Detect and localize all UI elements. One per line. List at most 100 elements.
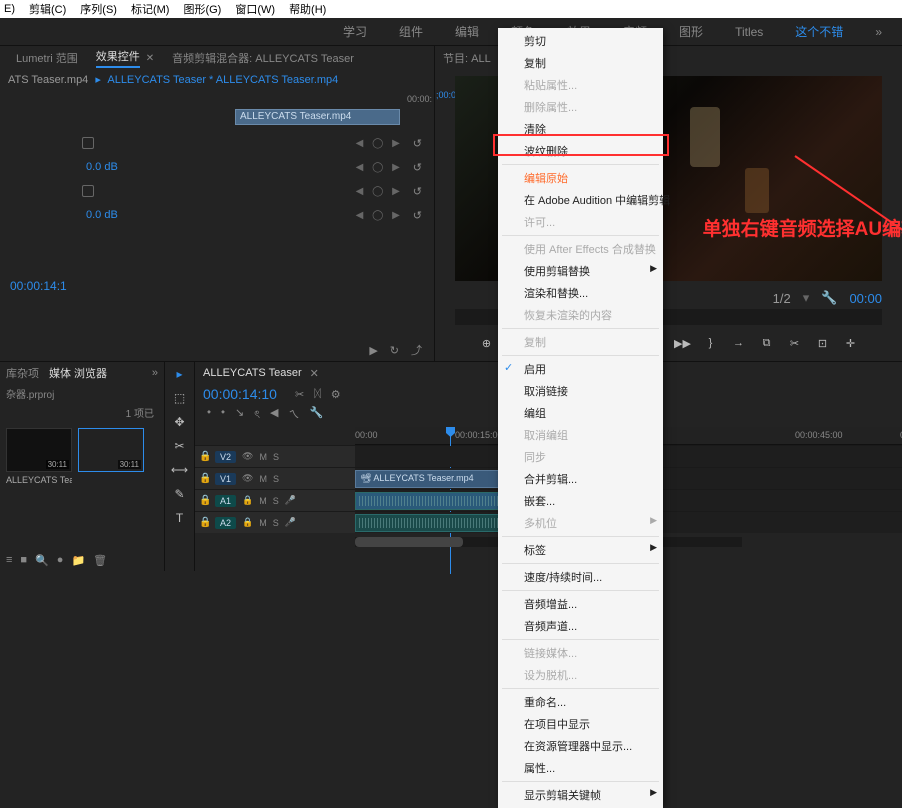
workspace-tab[interactable]: 学习 xyxy=(343,23,367,40)
footer-icon[interactable]: ↻ xyxy=(390,344,399,357)
tl-option-icon[interactable]: ↘ xyxy=(235,406,244,425)
context-menu-item[interactable]: 剪切 xyxy=(498,30,663,52)
overflow-icon[interactable]: » xyxy=(875,25,882,39)
track-toggle[interactable]: S xyxy=(273,518,279,528)
playback-resolution[interactable]: 1/2 xyxy=(773,291,791,306)
context-menu-item[interactable]: 嵌套... xyxy=(498,490,663,512)
track-toggle[interactable]: 🎤 xyxy=(285,495,296,506)
tool-button[interactable]: ✂ xyxy=(172,438,188,454)
track-target[interactable]: A2 xyxy=(215,517,236,529)
tl-option-icon[interactable]: ⬩ xyxy=(207,406,211,425)
lock-icon[interactable]: 🔒 xyxy=(199,451,211,462)
bin-item[interactable]: 30:11 xyxy=(78,428,144,485)
transport-button[interactable]: ▶▶ xyxy=(674,334,692,352)
project-footer-icon[interactable]: ● xyxy=(57,554,64,566)
context-menu-item[interactable]: 音频声道... xyxy=(498,615,663,637)
track-toggle[interactable]: S xyxy=(273,496,279,506)
level-value[interactable]: 0.0 dB xyxy=(86,209,118,221)
context-menu-item[interactable]: 速度/持续时间... xyxy=(498,566,663,588)
track-toggle[interactable]: M xyxy=(259,518,267,528)
workspace-tab[interactable]: Titles xyxy=(735,25,763,39)
track-toggle[interactable]: 👁 xyxy=(242,473,253,484)
track-toggle[interactable]: S xyxy=(273,452,279,462)
track-toggle[interactable]: 👁 xyxy=(242,451,253,462)
tl-option-icon[interactable]: 🔧 xyxy=(310,406,324,425)
tab-lumetri[interactable]: Lumetri 范围 xyxy=(16,50,78,66)
os-menubar[interactable]: E)剪辑(C)序列(S)标记(M)图形(G)窗口(W)帮助(H) xyxy=(0,0,902,18)
context-menu-item[interactable]: 重命名... xyxy=(498,691,663,713)
tl-header-icon[interactable]: ✂ xyxy=(295,388,304,401)
track-header[interactable]: 🔒 A1 🔒 MS 🎤 xyxy=(195,490,355,511)
transport-button[interactable]: } xyxy=(702,334,720,352)
close-icon[interactable]: ✕ xyxy=(146,53,154,64)
menu-item[interactable]: 序列(S) xyxy=(80,1,117,17)
transport-button[interactable]: ✂ xyxy=(786,334,804,352)
workspace-tab[interactable]: 编辑 xyxy=(455,23,479,40)
keyframe-nav[interactable]: ◀ ◯ ▶ xyxy=(356,138,403,149)
reset-icon[interactable]: ↺ xyxy=(413,185,422,198)
keyframe-nav[interactable]: ◀ ◯ ▶ xyxy=(356,186,403,197)
context-menu-item[interactable]: 取消链接 xyxy=(498,380,663,402)
level-value[interactable]: 0.0 dB xyxy=(86,161,118,173)
context-menu-item[interactable]: 在项目中显示 xyxy=(498,713,663,735)
transport-button[interactable]: ⧉ xyxy=(758,334,776,352)
tl-option-icon[interactable]: ⬩ xyxy=(221,406,225,425)
transport-button[interactable]: ⊕ xyxy=(478,334,496,352)
project-footer-icon[interactable]: 📁 xyxy=(71,554,85,567)
lock-icon[interactable]: 🔒 xyxy=(199,517,211,528)
bin-item[interactable]: 30:11 ALLEYCATS Teas xyxy=(6,428,72,485)
project-footer-icon[interactable]: 🗑 xyxy=(93,554,107,567)
tool-button[interactable]: ✎ xyxy=(172,486,188,502)
project-footer-icon[interactable]: ≡ xyxy=(6,554,12,566)
tool-button[interactable]: ⟷ xyxy=(172,462,188,478)
menu-item[interactable]: 图形(G) xyxy=(183,1,221,17)
lock-icon[interactable]: 🔒 xyxy=(199,495,211,506)
context-menu-item[interactable]: 渲染和替换... xyxy=(498,282,663,304)
track-header[interactable]: 🔒 V1 👁MS xyxy=(195,468,355,489)
transport-button[interactable]: ✛ xyxy=(842,334,860,352)
tl-header-icon[interactable]: ᛞ xyxy=(314,388,321,401)
workspace-tab[interactable]: 这个不错 xyxy=(795,23,843,40)
thumbnail[interactable]: 30:11 xyxy=(6,428,72,472)
track-target[interactable]: A1 xyxy=(215,495,236,507)
tool-button[interactable]: T xyxy=(172,510,188,526)
effects-timecode[interactable]: 00:00:14:1 xyxy=(0,275,434,297)
keyframe-nav[interactable]: ◀ ◯ ▶ xyxy=(356,210,403,221)
track-toggle[interactable]: M xyxy=(259,496,267,506)
track-toggle[interactable]: M xyxy=(259,452,267,462)
track-toggle[interactable]: M xyxy=(259,474,267,484)
tool-button[interactable]: ▸ xyxy=(172,366,188,382)
transport-button[interactable]: ⊡ xyxy=(814,334,832,352)
track-toggle[interactable]: S xyxy=(273,474,279,484)
track-toggle[interactable]: 🔒 xyxy=(242,495,253,506)
project-footer-icon[interactable]: ■ xyxy=(20,554,27,566)
context-menu-item[interactable]: 合并剪辑... xyxy=(498,468,663,490)
tab-audio-mixer[interactable]: 音频剪辑混合器: ALLEYCATS Teaser xyxy=(172,50,354,66)
workspace-tab[interactable]: 组件 xyxy=(399,23,423,40)
context-menu-item[interactable]: 属性... xyxy=(498,757,663,779)
context-menu-item[interactable]: 清除 xyxy=(498,118,663,140)
clip-span-bar[interactable]: ALLEYCATS Teaser.mp4 xyxy=(235,109,400,125)
tl-header-icon[interactable]: ⚙ xyxy=(331,388,341,401)
menu-item[interactable]: 帮助(H) xyxy=(289,1,326,17)
track-toggle[interactable]: 🎤 xyxy=(285,517,296,528)
context-menu-item[interactable]: 复制 xyxy=(498,52,663,74)
toggle-effect-icon[interactable] xyxy=(82,137,94,149)
master-clip[interactable]: ATS Teaser.mp4 xyxy=(8,74,88,86)
settings-icon[interactable]: 🔧 xyxy=(821,290,837,306)
tool-button[interactable]: ⬚ xyxy=(172,390,188,406)
reset-icon[interactable]: ↺ xyxy=(413,161,422,174)
context-menu-item[interactable]: 编组 xyxy=(498,402,663,424)
context-menu-item[interactable]: 使用剪辑替换 ▶ xyxy=(498,260,663,282)
track-toggle[interactable]: 🔒 xyxy=(242,517,253,528)
context-menu-item[interactable]: 波纹删除 xyxy=(498,140,663,162)
menu-item[interactable]: 剪辑(C) xyxy=(29,1,66,17)
reset-icon[interactable]: ↺ xyxy=(413,137,422,150)
menu-item[interactable]: 标记(M) xyxy=(131,1,170,17)
tab-media-browser[interactable]: 媒体 浏览器 xyxy=(49,365,107,381)
tl-option-icon[interactable]: ㄟ xyxy=(289,406,300,425)
project-footer-icon[interactable]: 🔍 xyxy=(35,554,49,567)
timeline-timecode[interactable]: 00:00:14:10 xyxy=(203,386,277,402)
thumbnail[interactable]: 30:11 xyxy=(78,428,144,472)
tl-option-icon[interactable]: ৎ xyxy=(254,406,260,425)
